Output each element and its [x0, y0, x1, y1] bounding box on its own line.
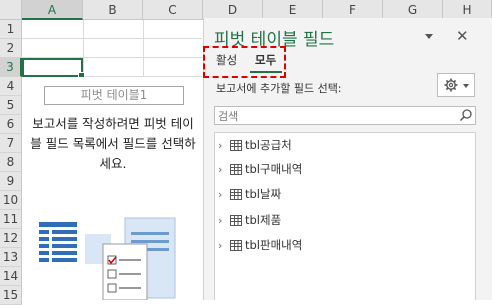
- table-icon: [230, 163, 242, 175]
- field-item[interactable]: › tbl제품: [218, 211, 281, 229]
- row-header-7[interactable]: 7: [0, 134, 22, 153]
- field-item[interactable]: › tbl공급처: [218, 136, 292, 154]
- row-header-1[interactable]: 1: [0, 20, 22, 39]
- select-all-corner[interactable]: [0, 0, 22, 20]
- field-label: tbl구매내역: [245, 162, 303, 176]
- search-icon[interactable]: [459, 108, 473, 122]
- chevron-right-icon[interactable]: ›: [218, 188, 230, 201]
- pivot-instructions: 보고서를 작성하려면 피벗 테이블 필드 목록에서 필드를 선택하세요.: [30, 116, 196, 171]
- field-search-input[interactable]: [214, 106, 476, 125]
- row-header-10[interactable]: 10: [0, 191, 22, 210]
- column-header-a[interactable]: A: [22, 0, 83, 20]
- pivot-table-name: 피벗 테이블1: [44, 86, 184, 105]
- column-header-g[interactable]: G: [383, 0, 443, 20]
- row-header-3[interactable]: 3: [0, 58, 22, 77]
- search-placeholder: 검색: [218, 110, 239, 123]
- row-header-5[interactable]: 5: [0, 96, 22, 115]
- pivot-illustration-icon: [39, 217, 176, 300]
- field-label: tbl판매내역: [245, 238, 303, 252]
- row-header-6[interactable]: 6: [0, 115, 22, 134]
- gear-icon: [444, 78, 458, 92]
- column-header-f[interactable]: F: [323, 0, 383, 20]
- row-header-2[interactable]: 2: [0, 39, 22, 58]
- row-header-9[interactable]: 9: [0, 172, 22, 191]
- selected-cell-a3[interactable]: [22, 58, 85, 79]
- column-header-d[interactable]: D: [203, 0, 263, 20]
- chevron-right-icon[interactable]: ›: [218, 239, 230, 252]
- chevron-right-icon[interactable]: ›: [218, 214, 230, 227]
- pane-close-icon[interactable]: ✕: [456, 27, 469, 45]
- field-item[interactable]: › tbl날짜: [218, 185, 281, 203]
- field-label: tbl공급처: [245, 138, 292, 152]
- pane-options-dropdown-icon[interactable]: [425, 34, 433, 39]
- field-item[interactable]: › tbl구매내역: [218, 160, 302, 178]
- grid-line: [22, 38, 202, 39]
- row-header-11[interactable]: 11: [0, 210, 22, 229]
- table-icon: [230, 139, 242, 151]
- table-icon: [230, 188, 242, 200]
- row-header-15[interactable]: 15: [0, 286, 22, 305]
- row-header-8[interactable]: 8: [0, 153, 22, 172]
- table-icon: [230, 214, 242, 226]
- field-item[interactable]: › tbl판매내역: [218, 236, 302, 254]
- choose-fields-label: 보고서에 추가할 필드 선택:: [216, 82, 342, 95]
- field-label: tbl제품: [245, 213, 282, 227]
- column-header-e[interactable]: E: [263, 0, 323, 20]
- column-header-h[interactable]: H: [443, 0, 492, 20]
- chevron-right-icon[interactable]: ›: [218, 139, 230, 152]
- column-header-b[interactable]: B: [83, 0, 143, 20]
- column-header-c[interactable]: C: [143, 0, 203, 20]
- chevron-down-icon: [463, 84, 469, 88]
- row-header-12[interactable]: 12: [0, 229, 22, 248]
- field-label: tbl날짜: [245, 187, 282, 201]
- row-header-14[interactable]: 14: [0, 267, 22, 286]
- tabs-highlight-box: [203, 46, 286, 78]
- table-icon: [230, 239, 242, 251]
- row-header-4[interactable]: 4: [0, 77, 22, 96]
- row-header-13[interactable]: 13: [0, 248, 22, 267]
- chevron-right-icon[interactable]: ›: [218, 163, 230, 176]
